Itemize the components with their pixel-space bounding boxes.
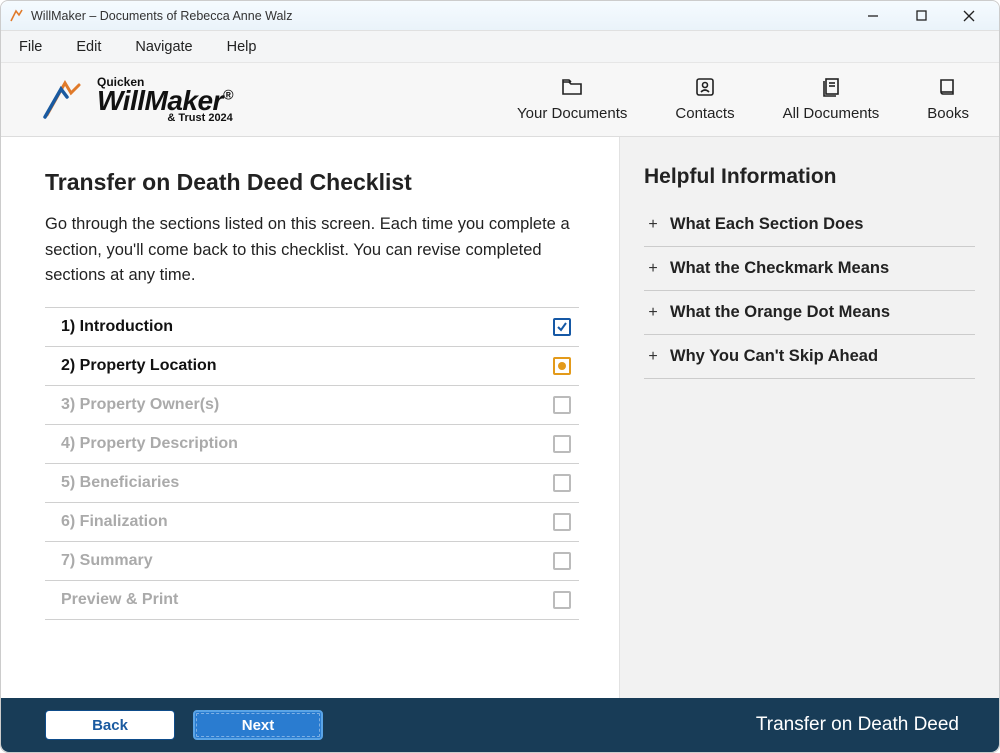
minimize-button[interactable] bbox=[861, 4, 885, 28]
checkmark-icon bbox=[553, 318, 571, 336]
all-docs-icon bbox=[820, 77, 842, 101]
help-label: What Each Section Does bbox=[670, 215, 863, 234]
logo-brand-big: WillMaker® bbox=[97, 87, 233, 115]
help-item-checkmark-means[interactable]: + What the Checkmark Means bbox=[644, 247, 975, 291]
help-item-what-each-section-does[interactable]: + What Each Section Does bbox=[644, 203, 975, 247]
toolbar-contacts[interactable]: Contacts bbox=[675, 77, 734, 122]
page-heading: Transfer on Death Deed Checklist bbox=[45, 169, 579, 196]
side-panel: Helpful Information + What Each Section … bbox=[619, 137, 999, 698]
checklist-item-property-owners[interactable]: 3) Property Owner(s) bbox=[45, 386, 579, 425]
checklist-item-introduction[interactable]: 1) Introduction bbox=[45, 308, 579, 347]
current-dot-icon bbox=[553, 357, 571, 375]
toolbar-books[interactable]: Books bbox=[927, 77, 969, 122]
menu-edit[interactable]: Edit bbox=[70, 35, 107, 59]
checklist-label: Preview & Print bbox=[61, 591, 178, 609]
contacts-icon bbox=[694, 77, 716, 101]
empty-box-icon bbox=[553, 435, 571, 453]
toolbar-label: Contacts bbox=[675, 105, 734, 122]
back-button[interactable]: Back bbox=[45, 710, 175, 740]
side-heading: Helpful Information bbox=[644, 165, 975, 189]
empty-box-icon bbox=[553, 552, 571, 570]
help-label: What the Checkmark Means bbox=[670, 259, 889, 278]
logo-brand-sub: & Trust 2024 bbox=[97, 113, 233, 124]
plus-icon: + bbox=[646, 216, 660, 234]
empty-box-icon bbox=[553, 591, 571, 609]
book-icon bbox=[937, 77, 959, 101]
maximize-button[interactable] bbox=[909, 4, 933, 28]
menu-navigate[interactable]: Navigate bbox=[129, 35, 198, 59]
window-title: WillMaker – Documents of Rebecca Anne Wa… bbox=[31, 9, 292, 23]
plus-icon: + bbox=[646, 348, 660, 366]
page-intro: Go through the sections listed on this s… bbox=[45, 212, 579, 289]
menu-file[interactable]: File bbox=[13, 35, 48, 59]
logo: Quicken WillMaker® & Trust 2024 bbox=[41, 76, 233, 124]
empty-box-icon bbox=[553, 396, 571, 414]
checklist-item-property-location[interactable]: 2) Property Location bbox=[45, 347, 579, 386]
toolbar-label: All Documents bbox=[783, 105, 880, 122]
header-toolbar: Quicken WillMaker® & Trust 2024 Your Doc… bbox=[1, 63, 999, 137]
empty-box-icon bbox=[553, 474, 571, 492]
toolbar-label: Your Documents bbox=[517, 105, 627, 122]
checklist-label: 4) Property Description bbox=[61, 435, 238, 453]
main-panel: Transfer on Death Deed Checklist Go thro… bbox=[1, 137, 619, 698]
folder-icon bbox=[561, 77, 583, 101]
checklist-item-beneficiaries[interactable]: 5) Beneficiaries bbox=[45, 464, 579, 503]
app-icon bbox=[9, 8, 25, 24]
menubar: File Edit Navigate Help bbox=[1, 31, 999, 63]
menu-help[interactable]: Help bbox=[221, 35, 263, 59]
empty-box-icon bbox=[553, 513, 571, 531]
close-button[interactable] bbox=[957, 4, 981, 28]
plus-icon: + bbox=[646, 304, 660, 322]
checklist-label: 7) Summary bbox=[61, 552, 153, 570]
checklist-item-finalization[interactable]: 6) Finalization bbox=[45, 503, 579, 542]
feather-icon bbox=[41, 79, 89, 121]
toolbar-label: Books bbox=[927, 105, 969, 122]
checklist-label: 5) Beneficiaries bbox=[61, 474, 179, 492]
checklist-label: 1) Introduction bbox=[61, 318, 173, 336]
titlebar: WillMaker – Documents of Rebecca Anne Wa… bbox=[1, 1, 999, 31]
checklist-label: 2) Property Location bbox=[61, 357, 217, 375]
help-label: What the Orange Dot Means bbox=[670, 303, 890, 322]
next-button[interactable]: Next bbox=[193, 710, 323, 740]
checklist-item-property-description[interactable]: 4) Property Description bbox=[45, 425, 579, 464]
footer-title: Transfer on Death Deed bbox=[756, 714, 959, 736]
footer: Back Next Transfer on Death Deed bbox=[1, 698, 999, 752]
checklist-item-preview-print[interactable]: Preview & Print bbox=[45, 581, 579, 620]
toolbar-your-documents[interactable]: Your Documents bbox=[517, 77, 627, 122]
checklist-label: 3) Property Owner(s) bbox=[61, 396, 219, 414]
checklist-label: 6) Finalization bbox=[61, 513, 168, 531]
checklist-item-summary[interactable]: 7) Summary bbox=[45, 542, 579, 581]
checklist: 1) Introduction 2) Property Location 3) … bbox=[45, 307, 579, 620]
toolbar-all-documents[interactable]: All Documents bbox=[783, 77, 880, 122]
help-label: Why You Can't Skip Ahead bbox=[670, 347, 878, 366]
plus-icon: + bbox=[646, 260, 660, 278]
help-item-cant-skip-ahead[interactable]: + Why You Can't Skip Ahead bbox=[644, 335, 975, 379]
help-item-orange-dot-means[interactable]: + What the Orange Dot Means bbox=[644, 291, 975, 335]
